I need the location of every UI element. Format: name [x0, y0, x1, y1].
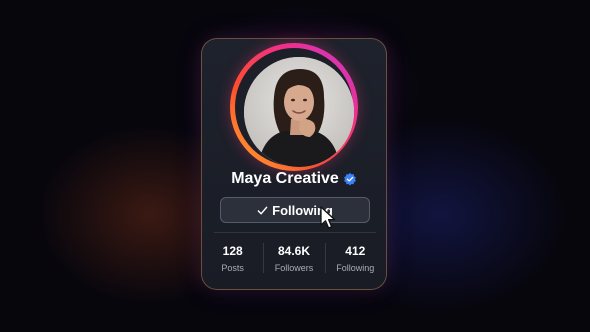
profile-name-row: Maya Creative — [202, 170, 386, 188]
avatar-photo — [244, 57, 354, 167]
profile-card: Maya Creative Following 128 Posts 84.6K … — [201, 38, 387, 290]
stat-followers-value: 84.6K — [277, 243, 310, 258]
check-icon — [257, 206, 268, 214]
pointer-hand-icon — [320, 206, 336, 229]
stat-followers-label: Followers — [274, 262, 314, 273]
stat-posts-label: Posts — [221, 262, 244, 273]
profile-name: Maya Creative — [231, 170, 339, 187]
stat-following[interactable]: 412 Following — [324, 239, 386, 277]
avatar[interactable] — [244, 57, 354, 167]
stat-posts[interactable]: 128 Posts — [202, 239, 263, 277]
verified-badge-icon — [343, 172, 356, 186]
story-ring[interactable] — [230, 43, 358, 171]
stat-following-value: 412 — [345, 243, 366, 258]
divider — [214, 232, 376, 233]
following-button[interactable]: Following — [220, 197, 370, 223]
stat-followers[interactable]: 84.6K Followers — [263, 239, 324, 277]
stat-following-label: Following — [336, 262, 375, 273]
stats-row: 128 Posts 84.6K Followers 412 Following — [202, 239, 386, 277]
stat-posts-value: 128 — [222, 243, 243, 258]
